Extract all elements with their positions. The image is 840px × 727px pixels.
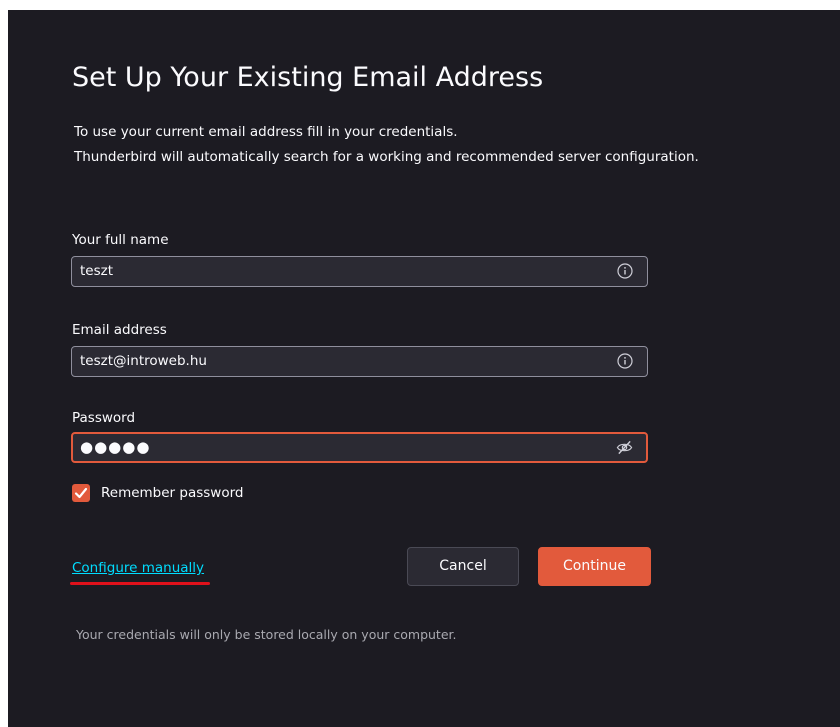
description-line-2: Thunderbird will automatically search fo… bbox=[74, 149, 699, 165]
info-icon[interactable] bbox=[617, 353, 633, 369]
password-label: Password bbox=[72, 410, 136, 426]
email-value: teszt@introweb.hu bbox=[80, 353, 207, 369]
checkmark-icon bbox=[74, 487, 88, 499]
page-title: Set Up Your Existing Email Address bbox=[72, 62, 544, 93]
continue-button[interactable]: Continue bbox=[538, 547, 651, 586]
cancel-button[interactable]: Cancel bbox=[407, 547, 519, 586]
annotation-underline bbox=[70, 582, 210, 585]
configure-manually-link[interactable]: Configure manually bbox=[72, 560, 204, 576]
full-name-value: teszt bbox=[80, 263, 114, 279]
full-name-input[interactable]: teszt bbox=[71, 256, 648, 287]
password-input[interactable]: ●●●●● bbox=[71, 432, 648, 463]
remember-password-checkbox[interactable] bbox=[72, 484, 90, 502]
description-line-1: To use your current email address fill i… bbox=[74, 124, 458, 140]
full-name-label: Your full name bbox=[72, 232, 169, 248]
info-icon[interactable] bbox=[617, 263, 633, 279]
email-input[interactable]: teszt@introweb.hu bbox=[71, 346, 648, 377]
email-label: Email address bbox=[72, 322, 167, 338]
description: To use your current email address fill i… bbox=[74, 120, 699, 170]
account-setup-dialog: Set Up Your Existing Email Address To us… bbox=[8, 10, 840, 727]
eye-slash-icon[interactable] bbox=[616, 439, 633, 456]
remember-password-label[interactable]: Remember password bbox=[101, 484, 244, 502]
password-value: ●●●●● bbox=[80, 438, 151, 456]
credentials-note: Your credentials will only be stored loc… bbox=[76, 627, 457, 642]
